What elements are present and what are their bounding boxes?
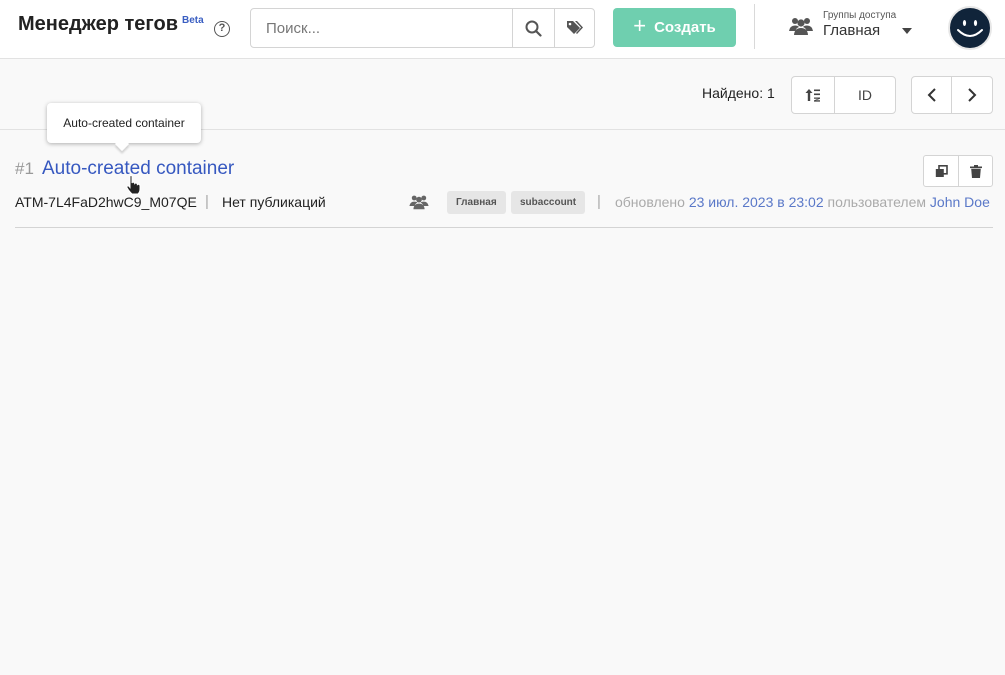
next-page-button[interactable] [952,77,992,113]
search-box [250,8,595,48]
updated-info: обновлено 23 июл. 2023 в 23:02 пользоват… [615,194,990,210]
avatar[interactable] [948,6,992,50]
sort-field-select[interactable]: ID [835,77,895,113]
smiley-icon [957,20,983,37]
beta-label: Beta [182,15,204,26]
create-button[interactable]: + Создать [613,8,736,47]
plus-icon: + [633,13,647,38]
row-number: #1 [15,159,34,178]
tags-icon [567,21,583,34]
results-count: Найдено: 1 [702,85,775,101]
delete-button[interactable] [959,156,993,186]
chevron-left-icon [927,88,936,102]
search-input[interactable] [251,9,512,47]
access-groups-select[interactable]: Главная [823,22,880,39]
separator: | [205,193,209,210]
updated-date: 23 июл. 2023 в 23:02 [688,194,824,210]
prev-page-button[interactable] [912,77,952,113]
sort-direction-button[interactable] [792,77,835,113]
container-id: ATM-7L4FaD2hwC9_M07QE [15,194,197,210]
sort-control: ID [791,76,896,114]
top-bar: Менеджер тегов Beta ? + Создать Г [0,0,1005,59]
access-groups-label: Группы доступа [823,10,897,21]
copy-icon [935,164,948,177]
search-button[interactable] [512,9,554,47]
copy-button[interactable] [924,156,959,186]
updated-by-prefix: пользователем [827,194,927,210]
hand-cursor-icon [126,175,141,195]
users-icon [409,195,429,210]
users-icon [789,18,813,35]
updated-prefix: обновлено [615,194,685,210]
caret-down-icon[interactable] [902,28,912,34]
create-button-label: Создать [654,19,716,36]
updated-user-link[interactable]: John Doe [930,194,990,210]
group-badge: Главная [447,191,506,214]
publication-status: Нет публикаций [222,194,326,210]
tags-filter-button[interactable] [554,9,595,47]
trash-icon [970,164,982,178]
separator: | [597,193,601,210]
row-actions [923,155,993,187]
chevron-right-icon [968,88,977,102]
pagination [911,76,993,114]
header-divider [754,4,755,49]
app-title: Менеджер тегов [18,13,178,35]
sort-ascending-icon [805,89,820,102]
title-tooltip: Auto-created container [47,103,201,143]
search-icon [525,20,542,37]
help-icon[interactable]: ? [214,21,230,37]
group-badge: subaccount [511,191,586,214]
container-row: #1 Auto-created container ATM-7L4FaD2hwC… [15,150,993,228]
